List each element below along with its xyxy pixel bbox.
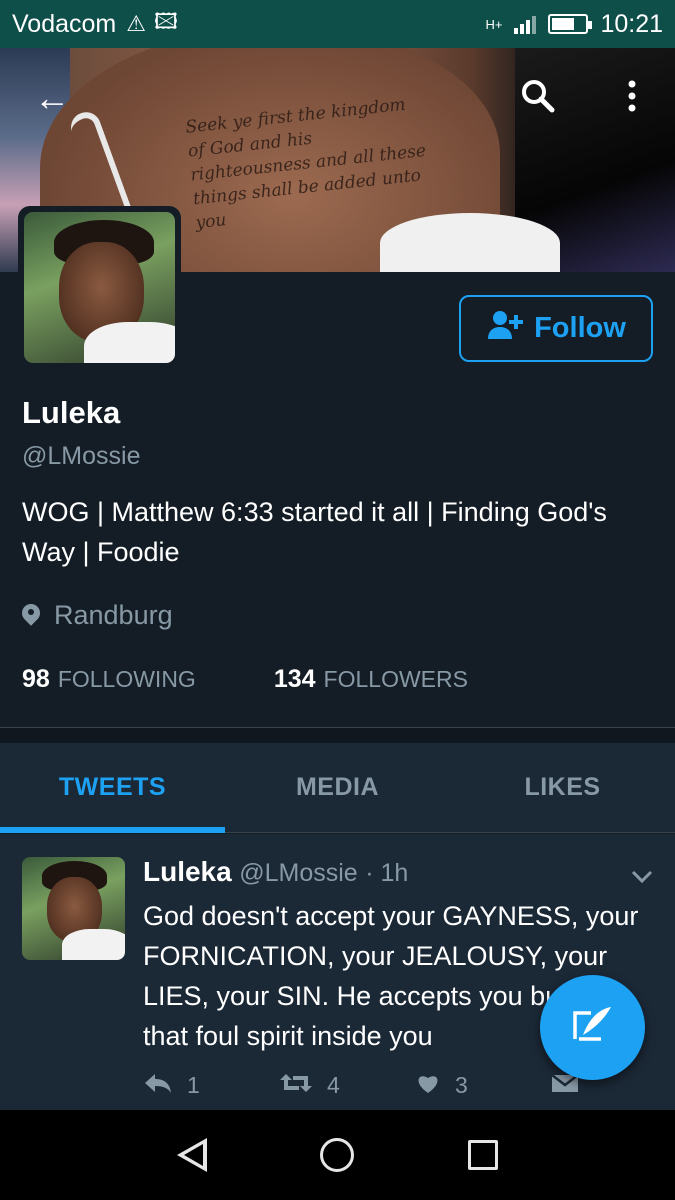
reply-count: 1 — [187, 1072, 200, 1098]
profile-stats: 98 FOLLOWING 134 FOLLOWERS — [22, 665, 468, 694]
profile-name: Luleka — [22, 395, 121, 430]
reply-button[interactable]: 1 — [143, 1070, 279, 1101]
heart-icon — [415, 1070, 441, 1101]
battery-icon — [548, 14, 593, 34]
divider — [0, 727, 675, 743]
avatar — [24, 212, 175, 363]
tab-media[interactable]: MEDIA — [225, 743, 450, 832]
retweet-icon — [279, 1070, 313, 1101]
system-home-icon[interactable] — [320, 1138, 355, 1172]
network-type: H+ — [485, 16, 503, 32]
profile-avatar[interactable] — [18, 206, 181, 369]
follow-button-label: Follow — [534, 312, 626, 344]
location-pin-icon — [22, 604, 40, 628]
profile-tabs: TWEETS MEDIA LIKES — [0, 743, 675, 833]
followers-stat[interactable]: 134 FOLLOWERS — [274, 665, 468, 694]
status-bar: Vodacom ⚠ 🖾 H+ 10:21 — [0, 0, 675, 48]
like-count: 3 — [455, 1072, 468, 1098]
add-user-icon — [486, 310, 526, 348]
compose-tweet-button[interactable] — [540, 975, 645, 1080]
system-recents-icon[interactable] — [468, 1140, 499, 1170]
retweet-count: 4 — [327, 1072, 340, 1098]
profile-handle: @LMossie — [22, 442, 141, 470]
clock: 10:21 — [600, 9, 663, 38]
back-arrow-icon[interactable]: ← — [34, 78, 70, 118]
location-text: Randburg — [54, 600, 173, 630]
tab-tweets[interactable]: TWEETS — [0, 743, 225, 833]
tweet-header: Luleka @LMossie · 1h — [143, 856, 408, 888]
banner-tattoo: Seek ye first the kingdom of God and his… — [184, 94, 427, 234]
signal-icon — [514, 14, 537, 34]
profile-location: Randburg — [22, 600, 173, 631]
follow-button[interactable]: Follow — [459, 295, 653, 362]
warning-icon: ⚠ — [126, 11, 146, 36]
carrier-name: Vodacom — [12, 9, 117, 38]
tweet-author-name: Luleka — [143, 856, 232, 887]
following-stat[interactable]: 98 FOLLOWING — [22, 665, 196, 694]
chevron-down-icon[interactable] — [631, 864, 653, 890]
image-icon: 🖾 — [153, 9, 178, 34]
search-icon[interactable] — [520, 78, 556, 122]
more-vertical-icon[interactable] — [624, 78, 640, 122]
system-back-icon[interactable] — [176, 1138, 207, 1172]
tweet-author-handle: @LMossie — [239, 859, 358, 887]
like-button[interactable]: 3 — [415, 1070, 551, 1101]
tab-likes[interactable]: LIKES — [450, 743, 675, 832]
profile-bio: WOG | Matthew 6:33 started it all | Find… — [22, 497, 607, 567]
tweet-avatar[interactable] — [22, 857, 125, 960]
system-nav-bar — [0, 1110, 675, 1200]
compose-feather-icon — [571, 1003, 615, 1053]
tweet-time: · 1h — [365, 859, 409, 887]
reply-icon — [143, 1070, 173, 1101]
retweet-button[interactable]: 4 — [279, 1070, 415, 1101]
